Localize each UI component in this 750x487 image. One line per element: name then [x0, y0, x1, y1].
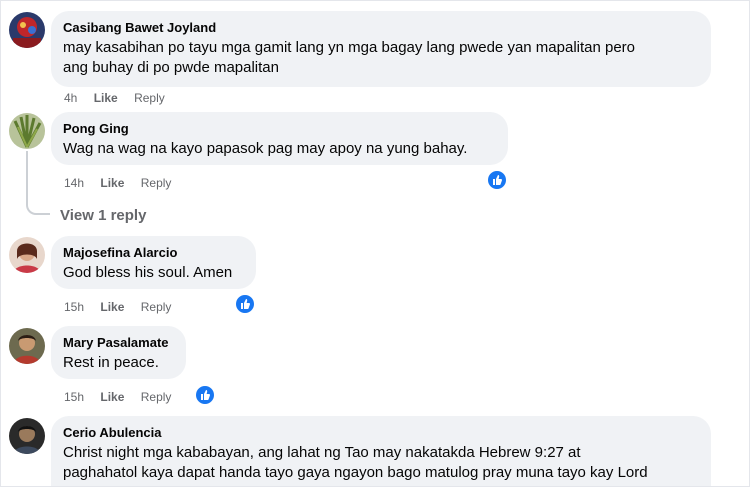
- comment-actions: 4h Like Reply: [64, 91, 178, 105]
- reaction-badge[interactable]: [486, 169, 508, 191]
- avatar[interactable]: [9, 328, 45, 364]
- comment-bubble: Majosefina Alarcio God bless his soul. A…: [51, 236, 256, 289]
- reply-button[interactable]: Reply: [134, 91, 165, 105]
- avatar[interactable]: [9, 12, 45, 48]
- comment-time[interactable]: 14h: [64, 176, 84, 190]
- comment-author[interactable]: Cerio Abulencia: [63, 424, 699, 441]
- comment-actions: 15h Like Reply: [64, 390, 184, 404]
- avatar[interactable]: [9, 418, 45, 454]
- like-button[interactable]: Like: [100, 176, 124, 190]
- reply-button[interactable]: Reply: [141, 390, 172, 404]
- comment-actions: 15h Like Reply: [64, 300, 184, 314]
- comment-text: Rest in peace.: [63, 354, 159, 371]
- comment-text: Christ night mga kababayan, ang lahat ng…: [63, 444, 581, 461]
- comment-bubble: Pong Ging Wag na wag na kayo papasok pag…: [51, 112, 508, 165]
- like-button[interactable]: Like: [100, 300, 124, 314]
- comment-time[interactable]: 15h: [64, 300, 84, 314]
- comment-author[interactable]: Casibang Bawet Joyland: [63, 19, 699, 36]
- thumbs-up-icon: [201, 390, 210, 400]
- comment-author[interactable]: Pong Ging: [63, 120, 496, 137]
- like-button[interactable]: Like: [100, 390, 124, 404]
- avatar[interactable]: [9, 237, 45, 273]
- comments-panel: Casibang Bawet Joyland may kasabihan po …: [0, 0, 750, 487]
- thread-line: [26, 201, 50, 215]
- comment-text: Wag na wag na kayo papasok pag may apoy …: [63, 140, 468, 157]
- comment-time[interactable]: 15h: [64, 390, 84, 404]
- comment-author[interactable]: Majosefina Alarcio: [63, 244, 244, 261]
- view-replies-link[interactable]: View 1 reply: [60, 207, 146, 224]
- reply-button[interactable]: Reply: [141, 176, 172, 190]
- comment-bubble: Mary Pasalamate Rest in peace.: [51, 326, 186, 379]
- thumbs-up-icon: [493, 175, 502, 185]
- thread-line: [26, 151, 28, 203]
- thumbs-up-icon: [241, 299, 250, 309]
- comment-text: God bless his soul. Amen: [63, 264, 233, 281]
- comment-text: may kasabihan po tayu mga gamit lang yn …: [63, 39, 636, 56]
- comment-bubble: Casibang Bawet Joyland may kasabihan po …: [51, 11, 711, 87]
- reaction-badge[interactable]: [194, 384, 216, 406]
- comment-text: ang buhay di po pwde mapalitan: [63, 59, 279, 76]
- avatar[interactable]: [9, 113, 45, 149]
- comment-text: paghahatol kaya dapat handa tayo gaya ng…: [63, 464, 648, 481]
- comment-bubble: Cerio Abulencia Christ night mga kababay…: [51, 416, 711, 486]
- comment-author[interactable]: Mary Pasalamate: [63, 334, 174, 351]
- reaction-badge[interactable]: [234, 293, 256, 315]
- reply-button[interactable]: Reply: [141, 300, 172, 314]
- comment-actions: 14h Like Reply: [64, 176, 184, 190]
- like-button[interactable]: Like: [94, 91, 118, 105]
- comment-time[interactable]: 4h: [64, 91, 77, 105]
